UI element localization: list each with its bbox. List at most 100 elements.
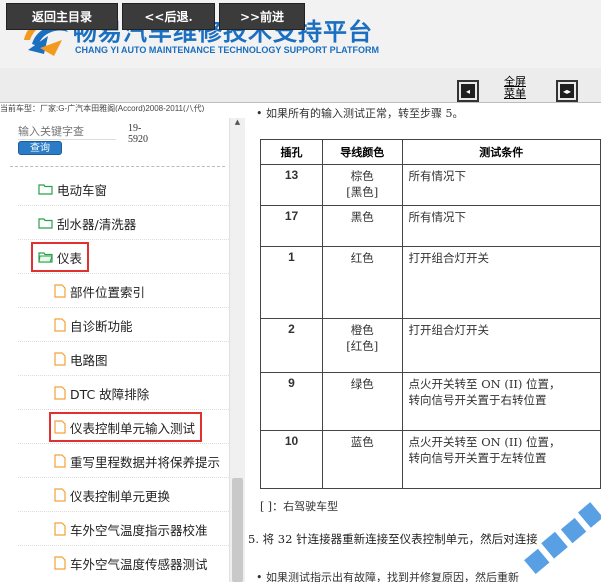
table-row: 9 绿色 点火开关转至 ON (II) 位置， 转向信号开关置于右转位置 (260, 372, 601, 431)
document-icon (54, 488, 66, 502)
wire-color: 棕色 (350, 169, 374, 183)
pin-cell: 2 (260, 318, 323, 373)
tree-item-label: 车外空气温度传感器测试 (70, 556, 208, 572)
tree-doc-circuit-diagram[interactable]: 电路图 (54, 347, 108, 371)
sidebar-scrollbar[interactable]: ▲ (229, 118, 245, 582)
divider (18, 511, 229, 512)
tree-doc-component-locations[interactable]: 部件位置索引 (54, 279, 145, 303)
tree-doc-temp-sensor-test[interactable]: 车外空气温度传感器测试 (54, 551, 208, 575)
condition-cell: 所有情况下 (401, 164, 601, 206)
tree-doc-control-unit-replace[interactable]: 仪表控制单元更换 (54, 483, 170, 507)
divider (18, 409, 229, 410)
tree-folder-wipers[interactable]: 刮水器/清洗器 (38, 211, 136, 235)
expand-sidebar-button[interactable]: ◂▸ (556, 80, 578, 102)
table-row: 1 红色 打开组合灯开关 (260, 246, 601, 319)
wire-color-rhd: [红色] (346, 339, 379, 353)
tree-item-label: 刮水器/清洗器 (57, 216, 137, 232)
divider (18, 477, 229, 478)
condition-cell: 所有情况下 (401, 205, 601, 247)
input-test-table: 插孔 导线颜色 测试条件 13 棕色 [黑色] 所有情况下 17 黑色 所有情况下… (260, 139, 601, 489)
document-icon (54, 420, 66, 434)
column-header: 测试条件 (401, 139, 601, 165)
folder-icon (38, 217, 53, 229)
tree-item-label: DTC 故障排除 (70, 386, 150, 402)
instruction-line: • 如果所有的输入测试正常，转至步骤 5。 (256, 107, 464, 120)
tree-item-label: 自诊断功能 (70, 318, 133, 334)
wire-color: 橙色 (350, 323, 374, 337)
divider (18, 375, 229, 376)
menu-label: 菜单 (504, 87, 526, 100)
wire-color-cell: 红色 (321, 246, 403, 319)
pin-cell: 17 (260, 205, 323, 247)
pin-cell: 10 (260, 430, 323, 489)
divider (18, 239, 229, 240)
condition-text: 转向信号开关置于左转位置 (408, 451, 547, 465)
condition-text: 所有情况下 (408, 210, 467, 224)
document-icon (54, 522, 66, 536)
condition-text: 打开组合灯开关 (408, 323, 490, 337)
fullscreen-menu-link[interactable]: 全屏 菜单 (504, 76, 526, 100)
condition-text: 点火开关转至 ON (II) 位置， (408, 435, 561, 449)
scrollbar-thumb[interactable] (232, 478, 243, 582)
pin-cell: 9 (260, 372, 323, 431)
home-button[interactable]: 返回主目录 (6, 3, 118, 30)
table-row: 17 黑色 所有情况下 (260, 205, 601, 247)
tree-folder-instruments[interactable]: 仪表 (30, 242, 90, 272)
tree-doc-control-unit-input-test[interactable]: 仪表控制单元输入测试 (48, 412, 203, 442)
sidebar: 查询 19- 5920 电动车窗 刮水器/清洗器 仪表 部件位置索引 自诊断功能… (0, 112, 245, 582)
tree-doc-self-diagnosis[interactable]: 自诊断功能 (54, 313, 133, 337)
column-header: 导线颜色 (321, 139, 403, 165)
tree-item-label: 车外空气温度指示器校准 (70, 522, 208, 538)
document-icon (54, 284, 66, 298)
folder-icon (38, 183, 53, 195)
wire-color-rhd: [黑色] (346, 185, 379, 199)
condition-text: 转向信号开关置于右转位置 (408, 393, 547, 407)
tree-item-label: 电动车窗 (57, 182, 108, 198)
wire-color: 黑色 (350, 210, 374, 224)
divider (10, 166, 225, 167)
forward-button[interactable]: >>前进 (219, 3, 305, 30)
tree-doc-rewrite-mileage[interactable]: 重写里程数据并将保养提示 (54, 449, 220, 473)
wire-color-cell: 黑色 (321, 205, 403, 247)
divider (18, 307, 229, 308)
divider (18, 273, 229, 274)
document-content: • 如果所有的输入测试正常，转至步骤 5。 插孔 导线颜色 测试条件 13 棕色… (248, 103, 601, 582)
condition-text: 所有情况下 (408, 169, 467, 183)
wire-color-cell: 绿色 (321, 372, 403, 431)
search-side-line1: 19- (128, 123, 142, 134)
pin-cell: 1 (260, 246, 323, 319)
collapse-sidebar-button[interactable]: ◂ (457, 80, 479, 102)
scroll-up-icon[interactable]: ▲ (230, 118, 245, 130)
document-icon (54, 386, 66, 400)
pin-cell: 13 (260, 164, 323, 206)
table-row: 10 蓝色 点火开关转至 ON (II) 位置， 转向信号开关置于左转位置 (260, 430, 601, 489)
document-icon (54, 454, 66, 468)
condition-cell: 点火开关转至 ON (II) 位置， 转向信号开关置于右转位置 (401, 372, 601, 431)
search-button[interactable]: 查询 (18, 141, 62, 155)
wire-color: 红色 (350, 251, 374, 265)
condition-cell: 打开组合灯开关 (401, 318, 601, 373)
tree-doc-temp-indicator-calibration[interactable]: 车外空气温度指示器校准 (54, 517, 208, 541)
document-icon (54, 556, 66, 570)
search-input[interactable] (18, 123, 116, 140)
arrow-left-icon: ◂ (461, 84, 475, 98)
instruction-line: • 如果测试指示出有故障，找到并修复原因，然后重新 (256, 571, 519, 582)
folder-open-icon (38, 251, 53, 263)
divider (18, 341, 229, 342)
tree-item-label: 仪表 (57, 250, 83, 266)
tree-item-label: 仪表控制单元输入测试 (70, 420, 196, 436)
wire-color-cell: 橙色 [红色] (321, 318, 403, 373)
tree-item-label: 重写里程数据并将保养提示 (70, 454, 221, 470)
document-icon (54, 352, 66, 366)
tree-doc-dtc-troubleshooting[interactable]: DTC 故障排除 (54, 381, 149, 405)
arrows-split-icon: ◂▸ (560, 84, 574, 98)
tree-folder-power-windows[interactable]: 电动车窗 (38, 177, 107, 201)
column-header: 插孔 (260, 139, 323, 165)
back-button[interactable]: <<后退. (122, 3, 215, 30)
wire-color: 蓝色 (350, 435, 374, 449)
condition-cell: 点火开关转至 ON (II) 位置， 转向信号开关置于左转位置 (401, 430, 601, 489)
table-row: 13 棕色 [黑色] 所有情况下 (260, 164, 601, 206)
document-icon (54, 318, 66, 332)
app-subtitle: CHANG YI AUTO MAINTENANCE TECHNOLOGY SUP… (75, 45, 380, 55)
tree-item-label: 仪表控制单元更换 (70, 488, 171, 504)
